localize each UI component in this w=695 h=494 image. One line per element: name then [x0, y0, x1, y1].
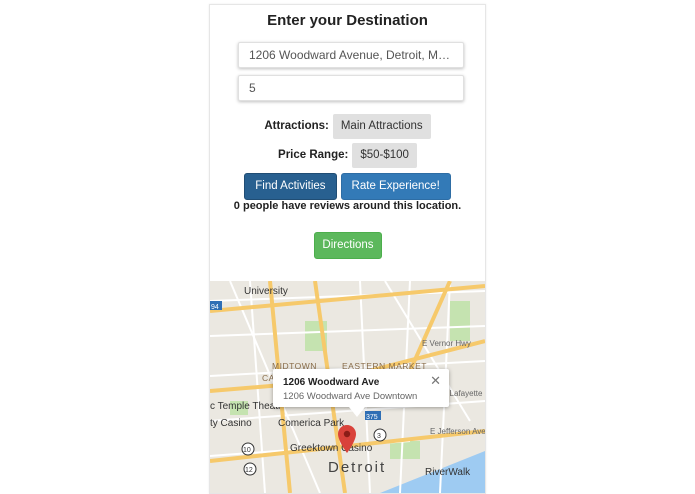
quantity-input[interactable]: 5 [238, 75, 464, 101]
svg-text:94: 94 [211, 304, 219, 311]
attractions-row: Attractions: Main Attractions [210, 113, 485, 139]
popup-tail [349, 407, 365, 417]
park-area [390, 441, 420, 459]
map-label-temple: c Temple Theatr [210, 401, 282, 412]
attractions-label: Attractions: [264, 120, 329, 132]
popup-title: 1206 Woodward Ave [283, 377, 380, 388]
map-label-comerica: Comerica Park [278, 418, 345, 429]
map-label-detroit: Detroit [328, 459, 387, 476]
rate-experience-button[interactable]: Rate Experience! [340, 173, 451, 200]
map-label-university: University [244, 286, 288, 297]
park-area [450, 301, 470, 341]
price-row: Price Range: $50-$100 [210, 142, 485, 168]
close-icon[interactable]: ✕ [430, 373, 441, 389]
popup-subtitle: 1206 Woodward Ave Downtown [283, 391, 418, 402]
map-label-e-jefferson: E Jefferson Ave [430, 427, 485, 436]
find-activities-button[interactable]: Find Activities [244, 173, 337, 200]
attractions-select[interactable]: Main Attractions [332, 113, 431, 139]
map-info-popup: 1206 Woodward Ave 1206 Woodward Ave Down… [273, 369, 449, 417]
destination-card: Enter your Destination 1206 Woodward Ave… [209, 4, 486, 494]
action-buttons: Find Activities Rate Experience! [210, 173, 485, 200]
svg-text:12: 12 [245, 467, 253, 474]
reviews-count-text: 0 people have reviews around this locati… [233, 200, 462, 212]
map-label-e-vernor: E Vernor Hwy [422, 339, 471, 348]
directions-button[interactable]: Directions [314, 232, 382, 259]
map-label-casino: ty Casino [210, 418, 252, 429]
page-title: Enter your Destination [267, 12, 428, 29]
svg-text:10: 10 [243, 447, 251, 454]
price-select[interactable]: $50-$100 [352, 142, 417, 168]
map[interactable]: 94 375 3 10 12 University MIDTOWN EASTER… [210, 281, 485, 493]
map-label-riverwalk: RiverWalk [425, 467, 471, 478]
destination-input[interactable]: 1206 Woodward Avenue, Detroit, MI, Uni..… [238, 42, 464, 68]
price-label: Price Range: [278, 149, 349, 161]
svg-text:375: 375 [366, 414, 378, 421]
map-label-greektown: Greektown Casino [290, 443, 373, 454]
svg-text:3: 3 [377, 433, 381, 440]
